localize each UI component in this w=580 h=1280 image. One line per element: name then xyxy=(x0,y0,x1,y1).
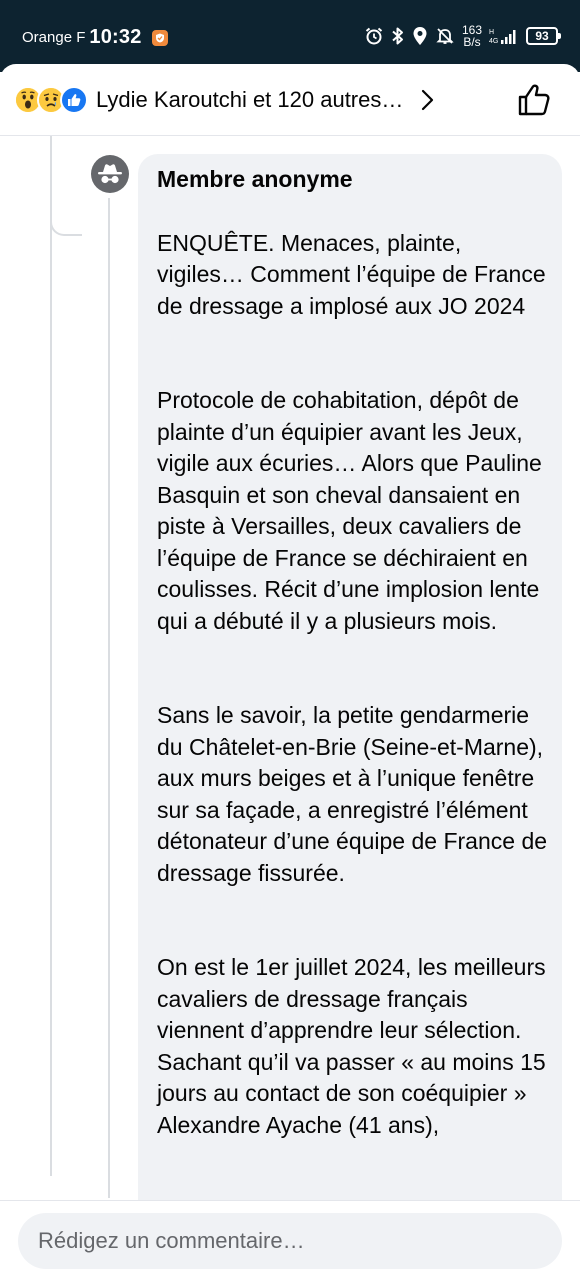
alarm-icon xyxy=(365,27,383,45)
signal-icon: H 4G xyxy=(489,29,516,45)
network-speed: 163 B/s xyxy=(462,24,482,48)
chevron-right-icon[interactable] xyxy=(415,88,439,112)
comment-input[interactable] xyxy=(18,1213,562,1269)
network-speed-unit: B/s xyxy=(463,35,481,49)
reactors-summary: Lydie Karoutchi et 120 autres… xyxy=(96,86,404,112)
comment-author[interactable]: Membre anonyme xyxy=(157,164,548,194)
reaction-icons xyxy=(14,85,88,114)
comment-text: ENQUÊTE. Menaces, plainte, vigiles… Comm… xyxy=(157,196,548,1204)
clock-time: 10:32 xyxy=(89,26,142,48)
muted-bell-icon xyxy=(436,28,454,44)
comment-paragraph: Protocole de cohabitation, dépôt de plai… xyxy=(157,387,542,634)
like-button[interactable] xyxy=(516,82,552,118)
avatar[interactable] xyxy=(91,155,129,193)
comment-bubble[interactable]: Membre anonyme ENQUÊTE. Menaces, plainte… xyxy=(138,154,562,1280)
thread-line xyxy=(50,136,52,1176)
battery-indicator: 93 xyxy=(526,27,561,45)
comment-composer xyxy=(0,1200,580,1280)
app-notification-icon xyxy=(151,29,168,46)
status-left: Orange F 10:32 xyxy=(22,26,168,49)
status-right: 163 B/s H 4G 93 xyxy=(364,24,561,48)
comment-paragraph: ENQUÊTE. Menaces, plainte, vigiles… Comm… xyxy=(157,229,546,319)
status-bar: Orange F 10:32 163 B/s H 4G 93 xyxy=(0,0,580,72)
svg-text:H: H xyxy=(489,29,494,36)
like-icon xyxy=(60,85,88,114)
carrier-name: Orange F xyxy=(22,29,86,46)
location-icon xyxy=(413,27,427,45)
comment-paragraph: Sans le savoir, la petite gendarmerie du… xyxy=(157,702,548,886)
bluetooth-icon xyxy=(392,27,403,45)
thread-connector xyxy=(50,136,82,236)
reply-thread-line xyxy=(108,198,110,1198)
anonymous-member-icon xyxy=(98,164,122,184)
svg-text:4G: 4G xyxy=(489,38,498,45)
comments-sheet: Lydie Karoutchi et 120 autres… Membre an… xyxy=(0,64,580,1280)
reactions-header[interactable]: Lydie Karoutchi et 120 autres… xyxy=(0,64,580,136)
comment-paragraph: On est le 1er juillet 2024, les meilleur… xyxy=(157,954,546,1138)
